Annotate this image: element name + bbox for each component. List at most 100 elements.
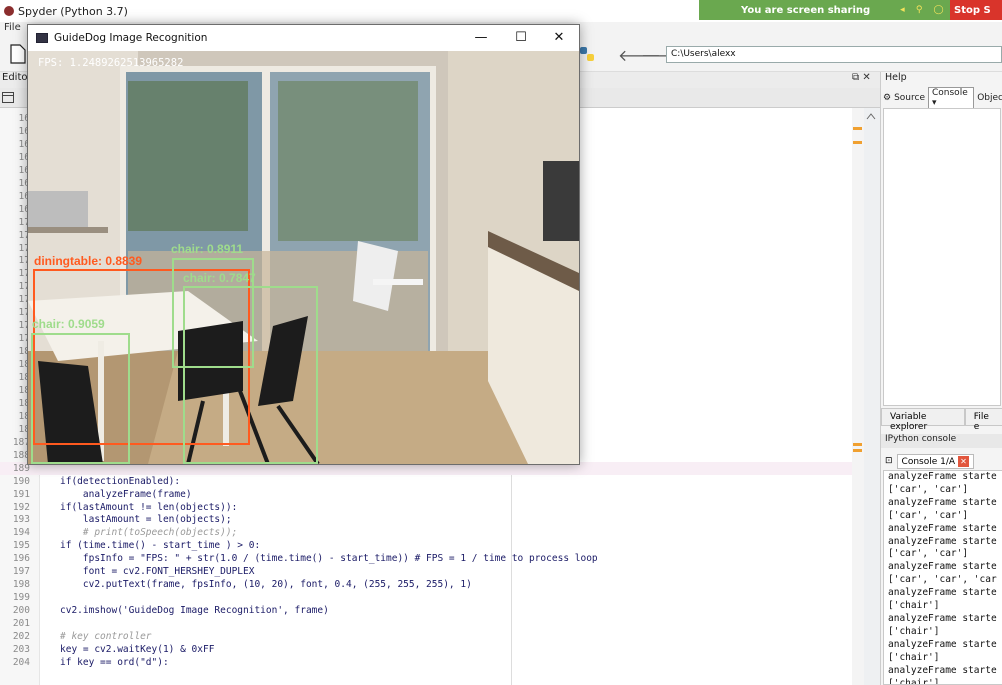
- line-number: 200: [12, 605, 30, 617]
- tab-console[interactable]: Console 1/A ✕: [896, 453, 974, 469]
- menu-file[interactable]: File: [4, 22, 21, 33]
- code-line[interactable]: 190 if(detectionEnabled):: [0, 475, 852, 488]
- line-number: 17: [18, 333, 30, 345]
- fps-readout: FPS: 1.2489262513965282: [38, 57, 184, 69]
- line-number: 196: [12, 553, 30, 565]
- code-line[interactable]: 196 fpsInfo = "FPS: " + str(1.0 / (time.…: [0, 552, 852, 565]
- window-title: GuideDog Image Recognition: [54, 32, 208, 44]
- help-title: Help: [885, 72, 907, 83]
- warning-marker: [853, 127, 862, 130]
- code-text: if (time.time() - start_time ) > 0:: [60, 540, 261, 552]
- line-number: 16: [18, 125, 30, 137]
- code-line[interactable]: 194 # print(toSpeech(objects));: [0, 526, 852, 539]
- console-line: analyzeFrame starte: [888, 587, 997, 599]
- code-line[interactable]: 202 # key controller: [0, 630, 852, 643]
- code-line[interactable]: 192 if(lastAmount != len(objects)):: [0, 501, 852, 514]
- line-number: 16: [18, 177, 30, 189]
- line-number: 189: [12, 462, 30, 474]
- console-line: ['car', 'car']: [888, 548, 969, 560]
- spyder-logo-icon: [4, 6, 14, 16]
- help-toolbar: ⚙ Source Console ▾ Objec: [881, 87, 1002, 109]
- code-line[interactable]: 200 cv2.imshow('GuideDog Image Recognitio…: [0, 604, 852, 617]
- close-button[interactable]: ✕: [540, 27, 578, 49]
- stop-sharing-button[interactable]: Stop S: [950, 0, 1002, 20]
- tab-variable-explorer[interactable]: Variable explorer: [881, 408, 965, 432]
- line-number: 18: [18, 359, 30, 371]
- console-line: ['chair']: [888, 677, 940, 685]
- line-number: 18: [18, 384, 30, 396]
- line-number: 18: [18, 410, 30, 422]
- console-line: analyzeFrame starte: [888, 535, 997, 547]
- minimize-button[interactable]: —: [462, 27, 500, 49]
- browse-tabs-icon[interactable]: [2, 92, 14, 103]
- code-text: fpsInfo = "FPS: " + str(1.0 / (time.time…: [60, 553, 598, 565]
- warning-marker: [853, 449, 862, 452]
- code-line[interactable]: 193 lastAmount = len(objects);: [0, 513, 852, 526]
- code-line[interactable]: 195 if (time.time() - start_time ) > 0:: [0, 539, 852, 552]
- code-line[interactable]: 203 key = cv2.waitKey(1) & 0xFF: [0, 643, 852, 656]
- code-line[interactable]: 191 analyzeFrame(frame): [0, 488, 852, 501]
- gear-icon[interactable]: ⚙: [883, 93, 891, 103]
- line-number: 16: [18, 164, 30, 176]
- line-number: 17: [18, 255, 30, 267]
- code-line[interactable]: 197 font = cv2.FONT_HERSHEY_DUPLEX: [0, 565, 852, 578]
- console-line: analyzeFrame starte: [888, 471, 997, 482]
- line-number: 190: [12, 475, 30, 487]
- close-icon[interactable]: ✕: [957, 455, 969, 467]
- code-text: cv2.imshow('GuideDog Image Recognition',…: [60, 605, 329, 617]
- code-text: key = cv2.waitKey(1) & 0xFF: [60, 643, 215, 655]
- line-number: 203: [12, 643, 30, 655]
- maximize-button[interactable]: ☐: [502, 27, 540, 49]
- working-directory-input[interactable]: C:\Users\alexx: [666, 46, 1002, 63]
- code-text: if(lastAmount != len(objects)):: [60, 501, 238, 513]
- detection-label-chair: chair: 0.9059: [32, 317, 105, 331]
- scroll-up-icon[interactable]: [866, 112, 876, 120]
- ipython-pane-header: IPython console: [881, 434, 1002, 448]
- tab-file-explorer[interactable]: File e: [964, 408, 1002, 432]
- new-file-icon[interactable]: [10, 44, 26, 64]
- window-app-icon: [36, 33, 48, 43]
- code-line[interactable]: 198 cv2.putText(frame, fpsInfo, (10, 20)…: [0, 578, 852, 591]
- line-number: 201: [12, 618, 30, 630]
- console-line: ['car', 'car']: [888, 483, 969, 495]
- editor-scrollbar[interactable]: [852, 108, 864, 685]
- line-number: 17: [18, 320, 30, 332]
- detection-label-diningtable: diningtable: 0.8839: [34, 254, 143, 268]
- source-select[interactable]: Console ▾: [928, 87, 975, 109]
- source-value: Console: [932, 88, 968, 98]
- warning-marker: [853, 141, 862, 144]
- console-output[interactable]: analyzeFrame starte ['car', 'car'] analyze…: [883, 470, 1002, 685]
- image-recognition-window[interactable]: GuideDog Image Recognition — ☐ ✕ FPS: 1.…: [27, 24, 580, 465]
- python-icon[interactable]: [578, 45, 596, 63]
- line-number: 17: [18, 307, 30, 319]
- console-tab-label: Console 1/A: [901, 456, 956, 467]
- code-text: # print(toSpeech(objects));: [60, 527, 238, 539]
- line-number: 18: [18, 397, 30, 409]
- right-pane: Help ⚙ Source Console ▾ Objec Variable e…: [880, 72, 1002, 685]
- browse-consoles-icon[interactable]: ⊡: [885, 456, 893, 466]
- line-number: 17: [18, 294, 30, 306]
- code-line[interactable]: 199: [0, 591, 852, 604]
- line-number: 17: [18, 229, 30, 241]
- console-line: analyzeFrame starte: [888, 522, 997, 534]
- console-line: analyzeFrame starte: [888, 496, 997, 508]
- code-line[interactable]: 201: [0, 617, 852, 630]
- source-label: Source: [894, 93, 925, 103]
- code-line[interactable]: 204 if key == ord("d"):: [0, 656, 852, 669]
- detection-label-chair: chair: 0.8911: [171, 242, 244, 256]
- code-text: cv2.putText(frame, fpsInfo, (10, 20), fo…: [60, 579, 472, 591]
- object-label: Objec: [977, 93, 1002, 103]
- console-line: ['car', 'car', 'car: [888, 574, 997, 586]
- window-title-bar[interactable]: GuideDog Image Recognition — ☐ ✕: [28, 25, 579, 51]
- line-number: 191: [12, 488, 30, 500]
- console-line: analyzeFrame starte: [888, 561, 997, 573]
- console-line: ['chair']: [888, 651, 940, 663]
- share-text: You are screen sharing: [741, 4, 871, 16]
- console-line: ['chair']: [888, 625, 940, 637]
- camera-frame: FPS: 1.2489262513965282 diningtable: 0.8…: [28, 51, 579, 464]
- editor-pane-controls[interactable]: ⧉ ✕: [852, 72, 871, 83]
- code-text: # key controller: [60, 631, 152, 642]
- console-line: ['car', 'car']: [888, 509, 969, 521]
- line-number: 16: [18, 190, 30, 202]
- line-number: 18: [18, 346, 30, 358]
